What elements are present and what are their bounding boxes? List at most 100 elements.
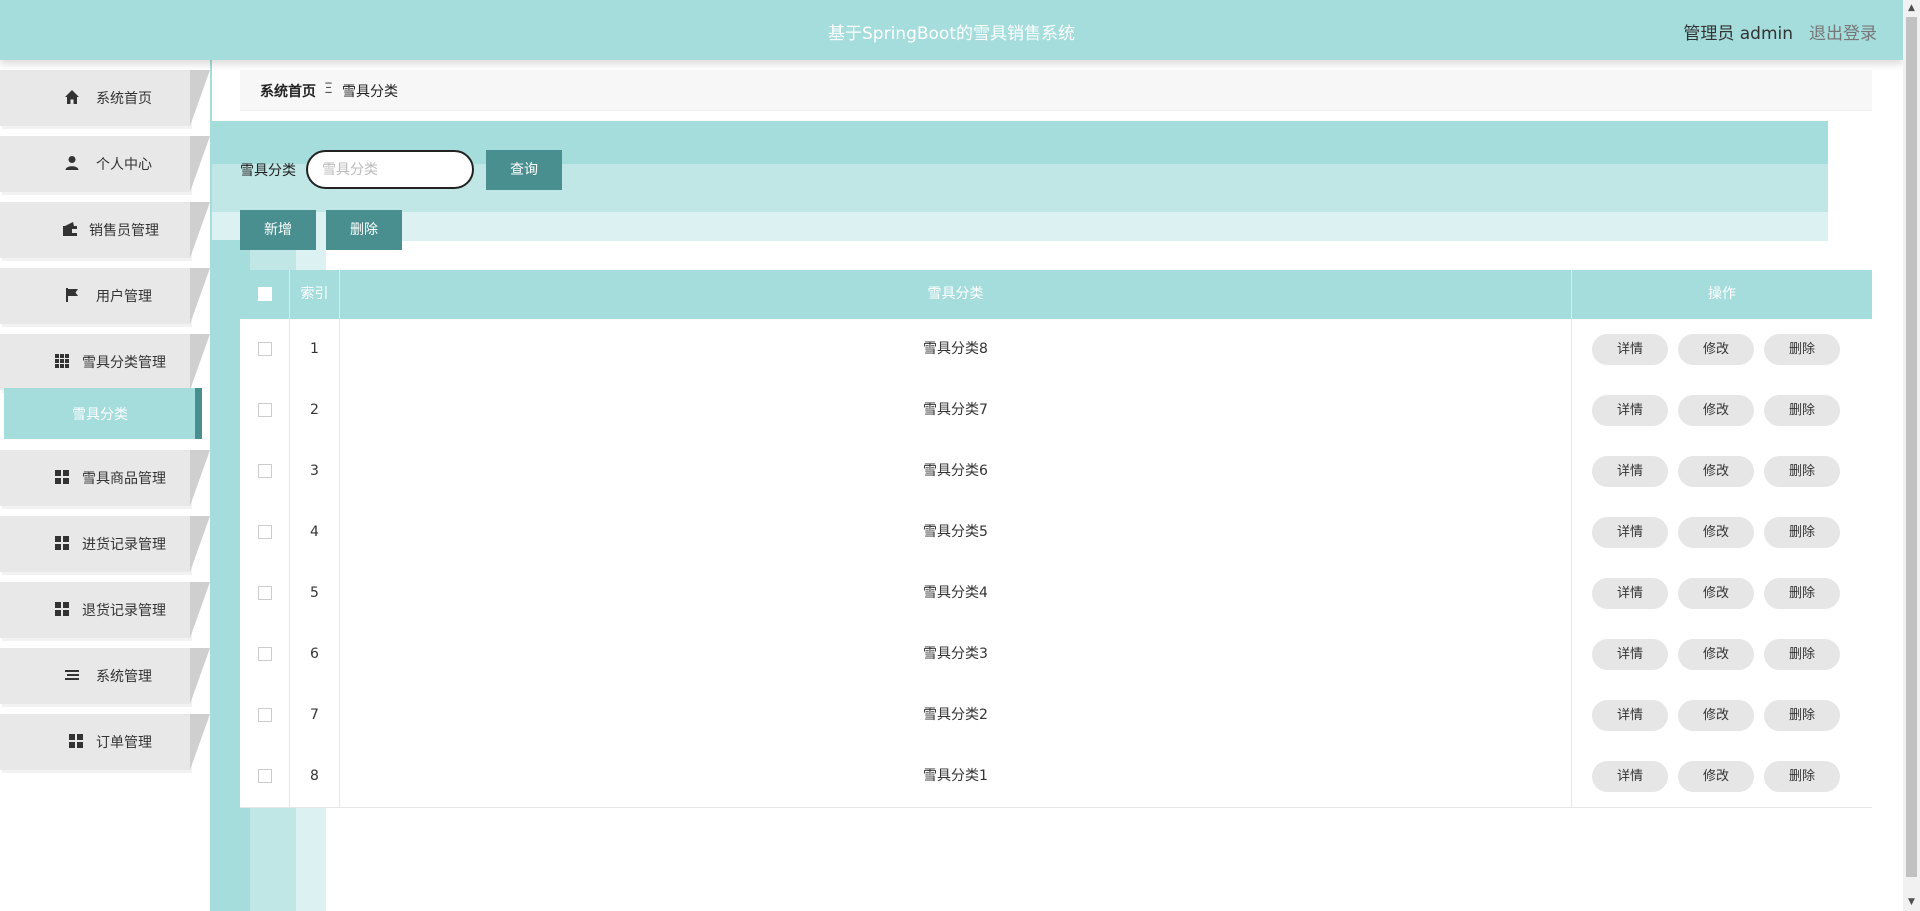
delete-button[interactable]: 删除 [1764, 700, 1840, 731]
search-input[interactable] [306, 150, 474, 189]
delete-button[interactable]: 删除 [1764, 395, 1840, 426]
sidebar-item-salesperson[interactable]: 销售员管理 [0, 202, 210, 258]
edit-button[interactable]: 修改 [1678, 334, 1754, 365]
top-header: 基于SpringBoot的雪具销售系统 管理员 admin 退出登录 [0, 0, 1903, 60]
edit-button[interactable]: 修改 [1678, 395, 1754, 426]
scroll-down-icon[interactable]: ▼ [1903, 894, 1920, 911]
breadcrumb: 系统首页 Ξ 雪具分类 [240, 70, 1872, 111]
grid-icon [54, 469, 70, 485]
sidebar-subitem-label: 雪具分类 [72, 407, 128, 423]
sidebar-item-label: 订单管理 [96, 735, 152, 751]
sidebar-item-category-management[interactable]: 雪具分类管理 [0, 334, 210, 390]
grid-icon [54, 601, 70, 617]
detail-button[interactable]: 详情 [1592, 395, 1668, 426]
detail-button[interactable]: 详情 [1592, 517, 1668, 548]
row-category: 雪具分类5 [340, 502, 1572, 563]
grid-icon [54, 535, 70, 551]
row-index: 8 [290, 746, 340, 807]
detail-button[interactable]: 详情 [1592, 700, 1668, 731]
row-index: 1 [290, 319, 340, 380]
edit-button[interactable]: 修改 [1678, 456, 1754, 487]
row-checkbox[interactable] [257, 403, 272, 417]
scroll-up-icon[interactable]: ▲ [1903, 0, 1920, 17]
row-checkbox[interactable] [257, 525, 272, 539]
row-checkbox[interactable] [257, 586, 272, 600]
row-checkbox[interactable] [257, 647, 272, 661]
breadcrumb-home[interactable]: 系统首页 [260, 81, 316, 101]
detail-button[interactable]: 详情 [1592, 761, 1668, 792]
home-icon [64, 89, 80, 105]
detail-button[interactable]: 详情 [1592, 334, 1668, 365]
sidebar-subitem-category[interactable]: 雪具分类 [4, 388, 202, 439]
sidebar-item-label: 销售员管理 [89, 223, 159, 239]
person-icon [64, 155, 80, 171]
sidebar-item-purchase-records[interactable]: 进货记录管理 [0, 516, 210, 572]
row-category: 雪具分类7 [340, 380, 1572, 441]
sidebar: 系统首页 个人中心 销售员管理 用户管理 雪具分类管理 雪具分类 雪具商品管理 [0, 60, 212, 911]
sidebar-item-product-management[interactable]: 雪具商品管理 [0, 450, 210, 506]
add-button[interactable]: 新增 [240, 210, 316, 250]
row-actions: 详情 修改 删除 [1572, 563, 1872, 624]
row-checkbox[interactable] [257, 769, 272, 783]
row-checkbox[interactable] [257, 708, 272, 722]
band-light [212, 212, 1828, 241]
grid-icon [68, 733, 84, 749]
delete-button[interactable]: 删除 [1764, 761, 1840, 792]
detail-button[interactable]: 详情 [1592, 456, 1668, 487]
row-actions: 详情 修改 删除 [1572, 746, 1872, 807]
delete-button[interactable]: 删除 [1764, 517, 1840, 548]
sidebar-item-personal-center[interactable]: 个人中心 [0, 136, 210, 192]
flag-icon [64, 287, 80, 303]
edit-button[interactable]: 修改 [1678, 700, 1754, 731]
query-button[interactable]: 查询 [486, 150, 562, 190]
sidebar-item-return-records[interactable]: 退货记录管理 [0, 582, 210, 638]
row-checkbox[interactable] [257, 342, 272, 356]
sidebar-item-label: 雪具商品管理 [82, 471, 166, 487]
select-all-checkbox[interactable] [257, 287, 272, 301]
breadcrumb-separator-icon: Ξ [324, 81, 333, 97]
sidebar-item-label: 系统管理 [96, 669, 152, 685]
table-row: 2 雪具分类7 详情 修改 删除 [240, 380, 1872, 442]
row-category: 雪具分类4 [340, 563, 1572, 624]
sidebar-item-home[interactable]: 系统首页 [0, 70, 210, 126]
row-actions: 详情 修改 删除 [1572, 441, 1872, 502]
app-title: 基于SpringBoot的雪具销售系统 [828, 24, 1075, 44]
detail-button[interactable]: 详情 [1592, 578, 1668, 609]
delete-button[interactable]: 删除 [1764, 578, 1840, 609]
row-select-cell [240, 563, 290, 624]
row-actions: 详情 修改 删除 [1572, 685, 1872, 746]
row-index: 5 [290, 563, 340, 624]
sidebar-item-user-management[interactable]: 用户管理 [0, 268, 210, 324]
batch-delete-button[interactable]: 删除 [326, 210, 402, 250]
row-select-cell [240, 685, 290, 746]
edit-button[interactable]: 修改 [1678, 578, 1754, 609]
sidebar-item-label: 个人中心 [96, 157, 152, 173]
row-index: 7 [290, 685, 340, 746]
row-checkbox[interactable] [257, 464, 272, 478]
delete-button[interactable]: 删除 [1764, 334, 1840, 365]
sidebar-item-order-management[interactable]: 订单管理 [0, 714, 210, 770]
row-category: 雪具分类1 [340, 746, 1572, 807]
delete-button[interactable]: 删除 [1764, 456, 1840, 487]
row-index: 2 [290, 380, 340, 441]
scroll-thumb[interactable] [1906, 17, 1917, 877]
vertical-scrollbar[interactable]: ▲ ▼ [1903, 0, 1920, 911]
row-select-cell [240, 624, 290, 685]
grid-icon [54, 353, 70, 369]
detail-button[interactable]: 详情 [1592, 639, 1668, 670]
sidebar-item-label: 系统首页 [96, 91, 152, 107]
row-index: 3 [290, 441, 340, 502]
logout-link[interactable]: 退出登录 [1809, 19, 1877, 44]
edit-button[interactable]: 修改 [1678, 761, 1754, 792]
row-actions: 详情 修改 删除 [1572, 319, 1872, 380]
row-select-cell [240, 380, 290, 441]
header-select-all-cell [240, 270, 290, 319]
edit-button[interactable]: 修改 [1678, 639, 1754, 670]
sidebar-item-system-management[interactable]: 系统管理 [0, 648, 210, 704]
search-label: 雪具分类 [240, 163, 296, 179]
delete-button[interactable]: 删除 [1764, 639, 1840, 670]
table-row: 6 雪具分类3 详情 修改 删除 [240, 624, 1872, 686]
edit-button[interactable]: 修改 [1678, 517, 1754, 548]
breadcrumb-current: 雪具分类 [342, 84, 398, 100]
sidebar-item-label: 用户管理 [96, 289, 152, 305]
